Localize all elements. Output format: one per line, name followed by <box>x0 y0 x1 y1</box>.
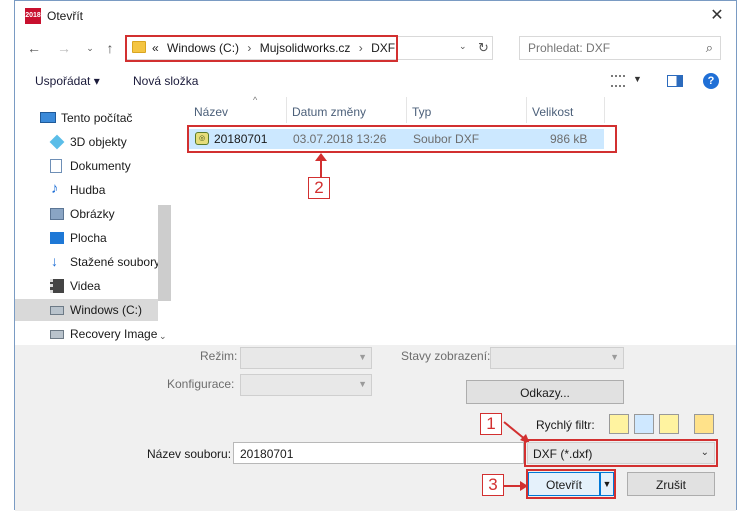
chevron-down-icon: ▼ <box>358 352 367 362</box>
sidebar-item-pictures[interactable]: Obrázky <box>15 203 158 225</box>
filetype-highlight-frame <box>524 439 718 467</box>
column-header-size[interactable]: Velikost <box>527 97 605 123</box>
download-icon: ↓ <box>51 253 58 269</box>
solidworks-app-icon: 2018 <box>25 8 41 24</box>
sidebar-item-label: Obrázky <box>70 207 115 221</box>
column-header-label: Datum změny <box>292 105 367 119</box>
sidebar-item-downloads[interactable]: ↓ Stažené soubory <box>15 251 161 273</box>
search-input[interactable] <box>526 40 696 56</box>
sidebar-item-label: Tento počítač <box>61 111 133 125</box>
column-header-label: Velikost <box>532 105 574 119</box>
filter-drawings-icon[interactable] <box>659 414 679 434</box>
sidebar-scroll-down-icon[interactable]: ⌄ <box>159 331 167 342</box>
forward-arrow-icon[interactable]: → <box>55 39 73 57</box>
mode-label: Režim: <box>200 349 238 363</box>
sidebar-scrollbar-thumb[interactable] <box>158 205 171 301</box>
address-highlight-frame <box>125 35 398 62</box>
sidebar-item-desktop[interactable]: Plocha <box>15 227 158 249</box>
configuration-label: Konfigurace: <box>167 377 235 391</box>
organize-button[interactable]: Uspořádat ▾ <box>35 74 100 88</box>
quick-filter-label: Rychlý filtr: <box>536 418 595 432</box>
sidebar-item-documents[interactable]: Dokumenty <box>15 155 158 177</box>
column-header-date[interactable]: Datum změny <box>287 97 407 123</box>
back-arrow-icon[interactable]: ← <box>25 39 43 57</box>
cancel-button[interactable]: Zrušit <box>627 472 715 496</box>
callout-3: 3 <box>482 474 504 496</box>
sidebar-item-label: Dokumenty <box>70 159 131 173</box>
column-header-label: Typ <box>412 105 432 119</box>
search-icon[interactable]: ⌕ <box>706 40 713 56</box>
view-dropdown-icon[interactable]: ▼ <box>633 74 642 84</box>
callout-2: 2 <box>308 177 330 199</box>
desktop-icon <box>50 232 64 244</box>
filter-top-level-icon[interactable] <box>694 414 714 434</box>
sidebar-item-videos[interactable]: Videa <box>15 275 158 297</box>
sidebar-item-label: Plocha <box>70 231 107 245</box>
search-box[interactable]: ⌕ <box>519 36 721 60</box>
cube-icon <box>49 134 65 150</box>
preview-pane-icon[interactable] <box>667 75 683 87</box>
close-button[interactable]: ✕ <box>706 5 728 27</box>
sidebar-item-this-pc[interactable]: Tento počítač <box>15 107 158 129</box>
filename-label: Název souboru: <box>147 447 232 461</box>
up-arrow-icon[interactable]: ↑ <box>101 39 119 57</box>
column-header-label: Název <box>194 105 229 119</box>
configuration-select[interactable]: ▼ <box>240 374 372 396</box>
view-options-icon[interactable] <box>611 75 625 87</box>
film-icon <box>50 279 64 293</box>
column-header-type[interactable]: Typ <box>407 97 527 123</box>
sidebar-item-label: Hudba <box>70 183 106 197</box>
sidebar-item-windows-c[interactable]: Windows (C:) <box>15 299 158 321</box>
callout-2-arrowhead <box>315 153 327 161</box>
sidebar-item-music[interactable]: ♪ Hudba <box>15 179 158 201</box>
callout-1: 1 <box>480 413 502 435</box>
display-states-label: Stavy zobrazení: <box>401 349 491 363</box>
mode-select[interactable]: ▼ <box>240 347 372 369</box>
sidebar-item-3d-objects[interactable]: 3D objekty <box>15 131 158 153</box>
drive-icon <box>50 330 64 339</box>
new-folder-button[interactable]: Nová složka <box>133 74 198 88</box>
toolbar: Uspořádat ▾ Nová složka ▼ ? <box>15 67 736 95</box>
chevron-down-icon: ▼ <box>358 379 367 389</box>
filter-parts-icon[interactable] <box>609 414 629 434</box>
references-button[interactable]: Odkazy... <box>466 380 624 404</box>
sidebar-item-label: Videa <box>70 279 101 293</box>
column-header-name[interactable]: Název ^ <box>189 95 287 123</box>
computer-icon <box>40 112 56 123</box>
picture-icon <box>50 208 64 220</box>
sidebar-item-label: Windows (C:) <box>70 303 143 317</box>
filename-input[interactable] <box>238 446 518 461</box>
navigation-pane: Tento počítač 3D objekty Dokumenty ♪ Hud… <box>15 97 173 345</box>
window-title: Otevřít <box>47 9 84 23</box>
open-button-highlight-frame <box>526 469 616 499</box>
filename-field[interactable] <box>233 442 524 464</box>
sidebar-item-label: 3D objekty <box>70 135 127 149</box>
sidebar-item-label: Recovery Image <box>70 327 158 341</box>
file-row-highlight-frame <box>187 125 617 153</box>
navigation-bar: ← → ⌄ ↑ « Windows (C:) › Mujsolidworks.c… <box>15 33 736 63</box>
display-states-select[interactable]: ▼ <box>490 347 624 369</box>
refresh-icon[interactable]: ↻ <box>478 40 489 56</box>
sidebar-item-label: Stažené soubory <box>70 255 161 269</box>
help-icon[interactable]: ? <box>703 73 719 89</box>
title-bar: 2018 Otevřít ✕ <box>15 1 736 31</box>
drive-icon <box>50 306 64 315</box>
document-icon <box>50 159 62 173</box>
chevron-down-icon: ▼ <box>610 352 619 362</box>
music-note-icon: ♪ <box>51 180 59 197</box>
address-dropdown-icon[interactable]: ⌄ <box>459 41 467 52</box>
sort-ascending-icon: ^ <box>253 95 258 105</box>
recent-locations-dropdown-icon[interactable]: ⌄ <box>81 39 99 57</box>
filter-assemblies-icon[interactable] <box>634 414 654 434</box>
sidebar-item-recovery-image[interactable]: Recovery Image <box>15 323 158 345</box>
